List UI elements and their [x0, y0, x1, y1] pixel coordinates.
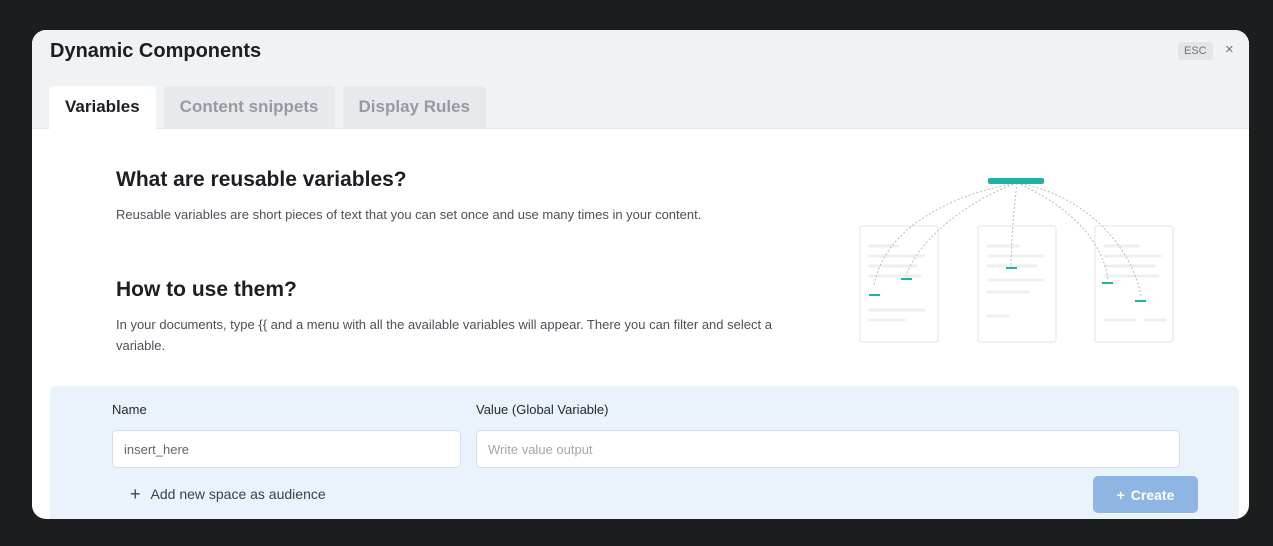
- plus-icon: +: [130, 484, 141, 504]
- section-text-how: In your documents, type {{ and a menu wi…: [116, 317, 772, 353]
- create-label: Create: [1130, 486, 1175, 503]
- illustration-documents: [859, 225, 1174, 343]
- variables-info: What are reusable variables? Reusable va…: [32, 128, 1249, 386]
- tab-bar: Variables Content snippets Display Rules: [49, 86, 487, 129]
- create-button[interactable]: + Create: [1093, 476, 1198, 513]
- esc-badge[interactable]: ESC: [1178, 42, 1213, 60]
- add-audience-label: Add new space as audience: [150, 486, 326, 502]
- add-audience-link[interactable]: + Add new space as audience: [130, 484, 326, 504]
- tab-display-rules[interactable]: Display Rules: [342, 86, 487, 128]
- variables-illustration: [859, 178, 1174, 343]
- value-label: Value (Global Variable): [476, 402, 609, 417]
- section-title-how: How to use them?: [116, 278, 297, 301]
- modal-header: Dynamic Components ESC × Variables Conte…: [32, 30, 1249, 129]
- tab-variables[interactable]: Variables: [49, 86, 156, 129]
- section-text-what: Reusable variables are short pieces of t…: [116, 207, 702, 222]
- plus-icon: +: [1116, 486, 1125, 503]
- name-input[interactable]: [112, 430, 461, 468]
- create-variable-form: Name Value (Global Variable) + Add new s…: [50, 386, 1239, 519]
- name-label: Name: [112, 402, 147, 417]
- close-icon[interactable]: ×: [1225, 41, 1234, 58]
- dynamic-components-modal: Dynamic Components ESC × Variables Conte…: [32, 30, 1249, 519]
- tab-content-snippets[interactable]: Content snippets: [163, 86, 335, 128]
- modal-title: Dynamic Components: [50, 40, 262, 62]
- section-title-what: What are reusable variables?: [116, 168, 407, 191]
- value-input[interactable]: [476, 430, 1180, 468]
